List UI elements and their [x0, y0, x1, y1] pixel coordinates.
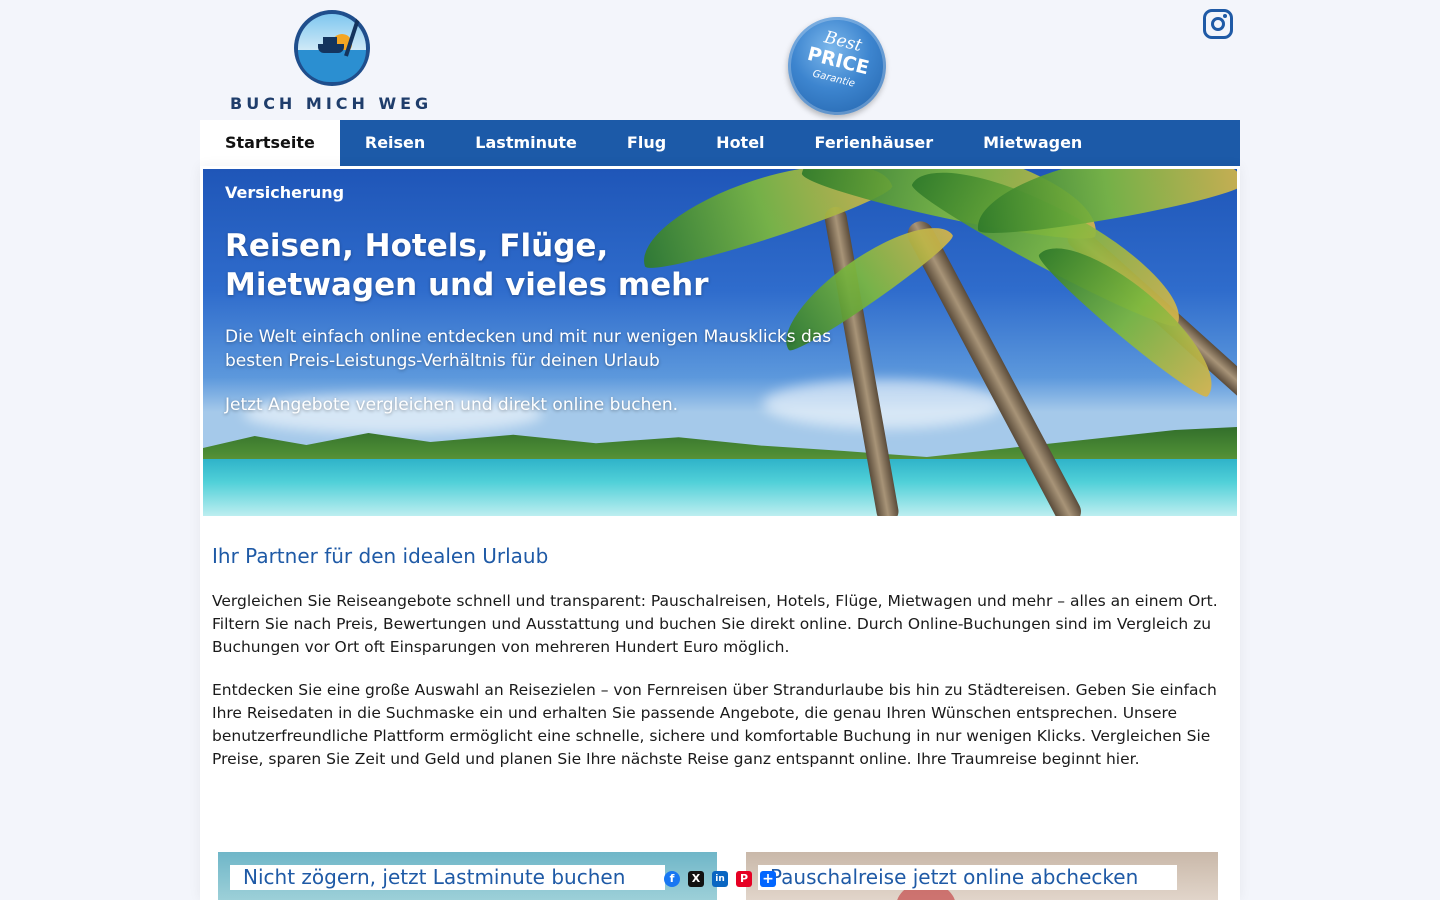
intro-paragraph-1: Vergleichen Sie Reiseangebote schnell un…: [212, 592, 1218, 656]
main-nav: Startseite Reisen Lastminute Flug Hotel …: [200, 120, 1240, 166]
hero-title: Reisen, Hotels, Flüge, Mietwagen und vie…: [225, 228, 709, 303]
nav-item-lastminute[interactable]: Lastminute: [450, 120, 602, 166]
nav-item-hotel[interactable]: Hotel: [691, 120, 789, 166]
logo-text: BUCH MICH WEG: [230, 94, 433, 113]
main-content: Versicherung Reisen, Hotels, Flüge, Miet…: [200, 166, 1240, 900]
intro-paragraph-2: Entdecken Sie eine große Auswahl an Reis…: [212, 681, 1217, 768]
linkedin-icon[interactable]: in: [712, 871, 728, 887]
best-price-badge: Best PRICE Garantie: [777, 6, 897, 126]
pauschalreise-card-label[interactable]: Pauschalreise jetzt online abchecken: [758, 865, 1177, 890]
facebook-icon[interactable]: f: [664, 871, 680, 887]
nav-item-reisen[interactable]: Reisen: [340, 120, 450, 166]
share-plus-icon[interactable]: +: [760, 871, 776, 887]
pauschalreise-card[interactable]: Pauschalreise jetzt online abchecken: [746, 852, 1218, 900]
lastminute-card-label[interactable]: Nicht zögern, jetzt Lastminute buchen: [230, 865, 665, 890]
site-header: BUCH MICH WEG Best PRICE Garantie: [0, 0, 1440, 126]
logo-emblem-icon: [294, 10, 370, 86]
hero-sea: [203, 459, 1237, 516]
lastminute-card[interactable]: Nicht zögern, jetzt Lastminute buchen: [218, 852, 717, 900]
nav-item-versicherung[interactable]: Versicherung: [225, 183, 344, 202]
pinterest-icon[interactable]: P: [736, 871, 752, 887]
hero-text-2: Jetzt Angebote vergleichen und direkt on…: [225, 395, 678, 415]
intro-heading: Ihr Partner für den idealen Urlaub: [212, 544, 549, 568]
share-bar: f X in P +: [664, 871, 776, 887]
nav-item-flug[interactable]: Flug: [602, 120, 691, 166]
hero-banner: Versicherung Reisen, Hotels, Flüge, Miet…: [203, 169, 1237, 516]
nav-item-ferienhaeuser[interactable]: Ferienhäuser: [790, 120, 959, 166]
nav-item-mietwagen[interactable]: Mietwagen: [958, 120, 1107, 166]
x-icon[interactable]: X: [688, 871, 704, 887]
site-logo[interactable]: BUCH MICH WEG: [228, 8, 438, 116]
instagram-icon[interactable]: [1203, 9, 1233, 39]
hero-text-1: Die Welt einfach online entdecken und mi…: [225, 327, 832, 371]
nav-item-startseite[interactable]: Startseite: [200, 120, 340, 166]
